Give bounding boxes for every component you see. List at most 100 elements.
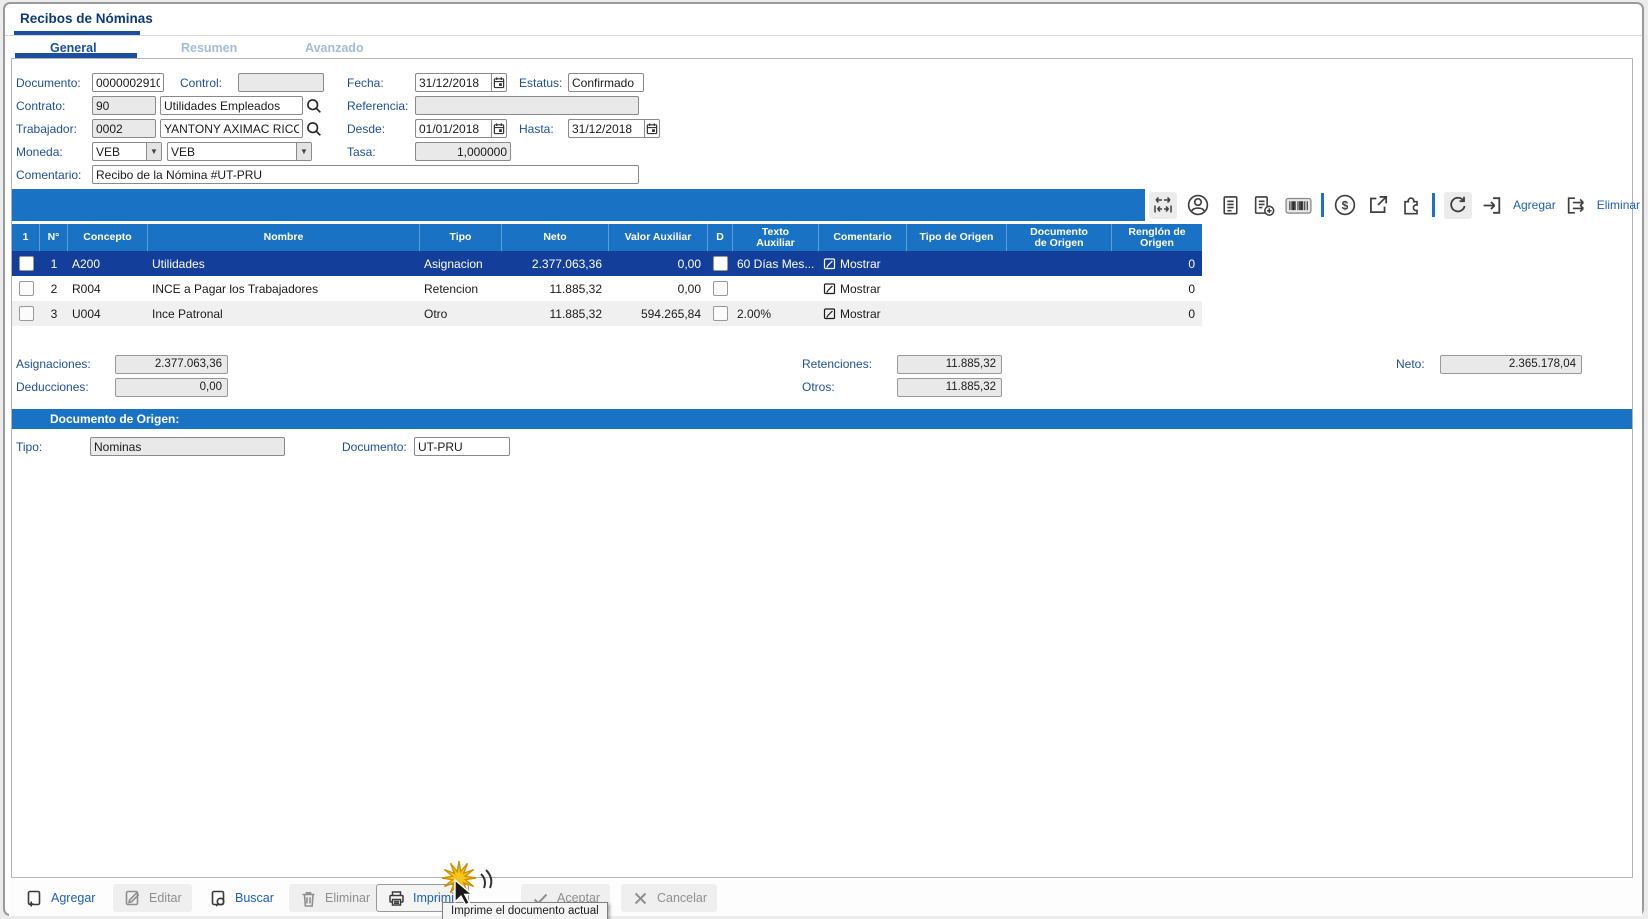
row-select-checkbox[interactable]: [19, 281, 34, 296]
fecha-field[interactable]: [415, 73, 507, 92]
user-icon[interactable]: [1186, 193, 1210, 217]
referencia-input[interactable]: [415, 96, 639, 115]
calendar-icon[interactable]: [491, 73, 507, 92]
col-header[interactable]: Tipo: [420, 224, 502, 251]
documento-input[interactable]: [92, 73, 164, 92]
d-checkbox[interactable]: [713, 306, 728, 321]
contrato-label: Contrato:: [16, 99, 65, 113]
table-row[interactable]: 3 U004 Ince Patronal Otro 11.885,32 594.…: [12, 301, 1202, 326]
col-header[interactable]: Neto: [502, 224, 609, 251]
deducciones-label: Deducciones:: [16, 380, 89, 394]
table-row[interactable]: 2 R004 INCE a Pagar los Trabajadores Ret…: [12, 276, 1202, 301]
row-select-checkbox[interactable]: [19, 306, 34, 321]
document-icon[interactable]: [1219, 194, 1242, 217]
dropdown-icon[interactable]: ▼: [146, 143, 161, 160]
calendar-icon[interactable]: [491, 119, 507, 138]
cell-documento-origen: [1007, 251, 1112, 276]
cancelar-button[interactable]: Cancelar: [621, 884, 717, 912]
moneda-select[interactable]: VEB ▼: [92, 142, 162, 161]
control-input[interactable]: [238, 73, 324, 92]
table-row[interactable]: 1 A200 Utilidades Asignacion 2.377.063,3…: [12, 251, 1202, 276]
tasa-label: Tasa:: [347, 145, 376, 159]
col-header[interactable]: Tipo de Origen: [907, 224, 1007, 251]
trabajador-search-icon[interactable]: [305, 120, 322, 137]
col-header[interactable]: Documento de Origen: [1007, 224, 1112, 251]
tab-resumen[interactable]: Resumen: [181, 41, 237, 55]
row-select-checkbox[interactable]: [19, 256, 34, 271]
d-checkbox[interactable]: [713, 256, 728, 271]
col-header[interactable]: Valor Auxiliar: [609, 224, 708, 251]
origin-tipo-label: Tipo:: [16, 440, 42, 454]
desde-field[interactable]: [415, 119, 507, 138]
contrato-code-input[interactable]: [92, 96, 156, 115]
agregar-button[interactable]: Agregar: [15, 884, 105, 912]
fecha-input[interactable]: [415, 73, 491, 92]
tab-avanzado[interactable]: Avanzado: [305, 41, 364, 55]
contrato-search-icon[interactable]: [305, 97, 322, 114]
hasta-input[interactable]: [568, 119, 644, 138]
estatus-label: Estatus:: [519, 76, 562, 90]
col-header[interactable]: Renglón de Origen: [1112, 224, 1202, 251]
document-add-icon[interactable]: [1251, 194, 1276, 217]
editar-button[interactable]: Editar: [113, 884, 192, 912]
cell-documento-origen: [1007, 276, 1112, 301]
desde-label: Desde:: [347, 122, 385, 136]
otros-value: 11.885,32: [897, 378, 1002, 397]
refresh-icon[interactable]: [1444, 192, 1472, 219]
grid-eliminar-button[interactable]: Eliminar: [1597, 198, 1640, 212]
cell-n: 1: [40, 251, 68, 276]
svg-text:$: $: [1342, 198, 1349, 212]
cell-tipo-origen: [907, 301, 1007, 326]
col-header[interactable]: Comentario: [819, 224, 907, 251]
action-bar: Agregar Editar Buscar Eliminar Imprimir …: [9, 880, 1642, 916]
col-header[interactable]: 1: [12, 224, 40, 251]
grid-header: 1 N° Concepto Nombre Tipo Neto Valor Aux…: [12, 224, 1202, 251]
dropdown-icon[interactable]: ▼: [296, 143, 311, 160]
moneda-label: Moneda:: [16, 145, 63, 159]
eliminar-button[interactable]: Eliminar: [289, 884, 380, 912]
row-delete-icon[interactable]: [1565, 194, 1588, 217]
calendar-icon[interactable]: [644, 119, 660, 138]
page-title: Recibos de Nóminas: [20, 11, 153, 26]
row-add-icon[interactable]: [1481, 194, 1504, 217]
toolbar-separator: [1321, 193, 1324, 217]
mostrar-link[interactable]: Mostrar: [823, 257, 881, 271]
asignaciones-value: 2.377.063,36: [115, 355, 228, 374]
fecha-label: Fecha:: [347, 76, 384, 90]
cell-texto-auxiliar: 60 Días Mes...: [733, 251, 819, 276]
tasa-input[interactable]: [415, 142, 511, 161]
moneda-select-2[interactable]: VEB ▼: [167, 142, 312, 161]
grid-toolbar-band: [12, 189, 1145, 221]
col-header[interactable]: Nombre: [148, 224, 420, 251]
trabajador-label: Trabajador:: [16, 122, 77, 136]
origin-documento-input[interactable]: [414, 437, 510, 456]
mostrar-link[interactable]: Mostrar: [823, 282, 881, 296]
trabajador-code-input[interactable]: [92, 119, 156, 138]
trabajador-name-input[interactable]: [160, 119, 303, 138]
eliminar-label: Eliminar: [325, 891, 370, 905]
col-header[interactable]: Texto Auxiliar: [733, 224, 819, 251]
contrato-name-input[interactable]: [160, 96, 303, 115]
screen: Recibos de Nóminas General Resumen Avanz…: [0, 0, 1648, 919]
cell-valor-auxiliar: 0,00: [609, 276, 708, 301]
buscar-button[interactable]: Buscar: [199, 884, 284, 912]
open-external-icon[interactable]: [1366, 193, 1390, 217]
origin-tipo-input[interactable]: [90, 437, 285, 456]
mostrar-link[interactable]: Mostrar: [823, 307, 881, 321]
grid-agregar-button[interactable]: Agregar: [1513, 198, 1556, 212]
col-header[interactable]: N°: [40, 224, 68, 251]
hasta-field[interactable]: [568, 119, 660, 138]
barcode-icon[interactable]: [1285, 195, 1312, 216]
fit-columns-icon[interactable]: [1149, 192, 1177, 219]
plugin-icon[interactable]: [1399, 193, 1423, 217]
asignaciones-label: Asignaciones:: [16, 357, 91, 371]
col-header[interactable]: Concepto: [68, 224, 148, 251]
desde-input[interactable]: [415, 119, 491, 138]
app-window: Recibos de Nóminas General Resumen Avanz…: [3, 2, 1644, 916]
comentario-input[interactable]: [92, 165, 639, 184]
currency-icon[interactable]: $: [1333, 193, 1357, 217]
cell-tipo: Retencion: [420, 276, 502, 301]
d-checkbox[interactable]: [713, 281, 728, 296]
grid-toolbar: $ Agregar Eliminar: [1149, 189, 1640, 221]
col-header[interactable]: D: [708, 224, 733, 251]
